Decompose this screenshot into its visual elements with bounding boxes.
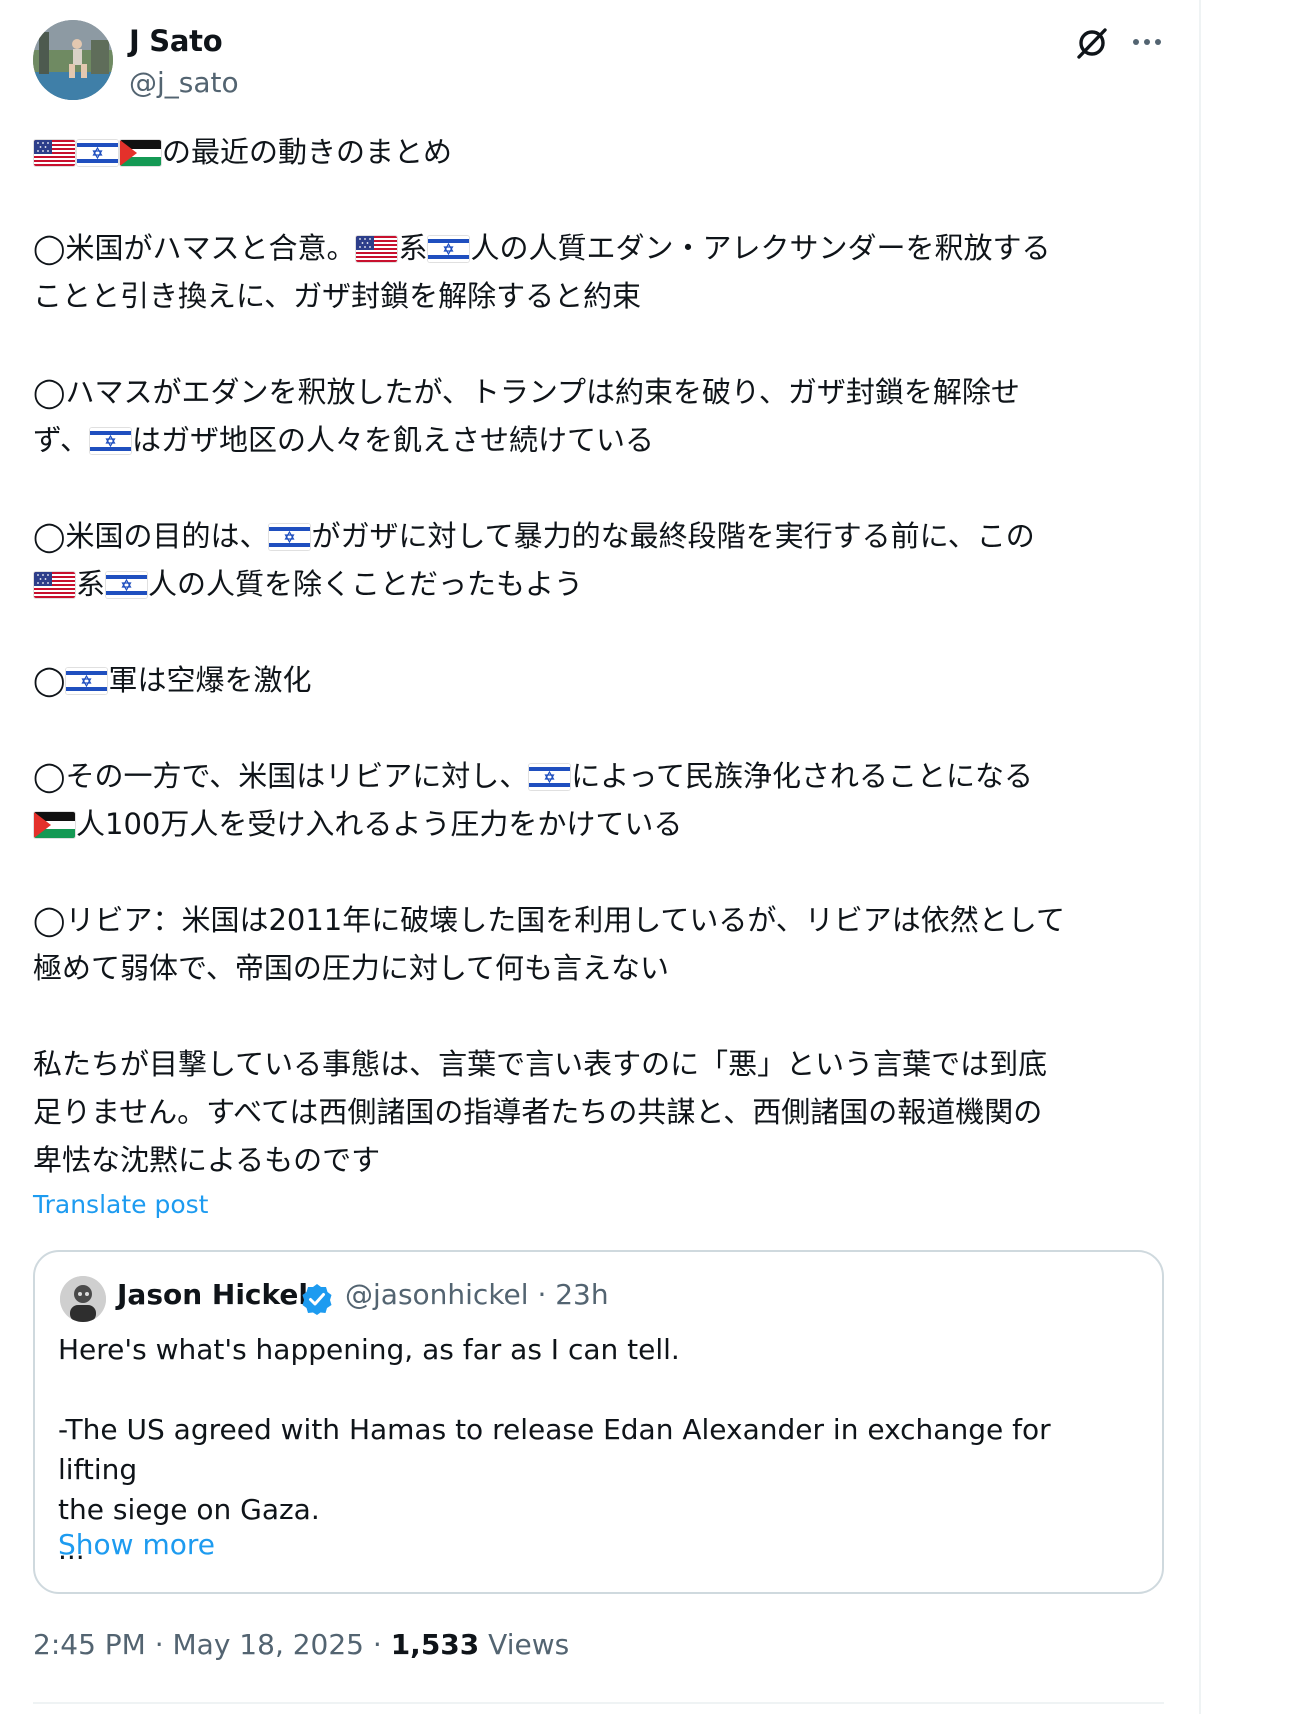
palestine-flag-icon — [34, 812, 75, 838]
post-text-segment: の最近の動きのまとめ — [162, 135, 453, 169]
post-text-segment: がガザに対して暴力的な最終段階を実行する前に、この — [311, 519, 1035, 553]
israel-flag-icon — [269, 524, 311, 550]
post-paragraph: ◯米国の目的は、 がガザに対して暴力的な最終段階を実行する前に、この 系 人の人質を… — [33, 512, 1183, 608]
quote-author-handle-time[interactable]: @jasonhickel · 23h — [345, 1278, 609, 1311]
us-flag-icon — [34, 140, 75, 166]
grok-icon[interactable] — [1073, 24, 1111, 62]
post-paragraph: ◯その一方で、米国はリビアに対し、 によって民族浄化されることになる 人100万人… — [33, 752, 1183, 848]
avatar-photo-icon — [33, 20, 113, 100]
post-text-segment: 系 — [76, 567, 106, 601]
author-avatar[interactable] — [33, 20, 113, 100]
us-flag-icon — [34, 572, 75, 598]
post-paragraph: ◯リビア：米国は2011年に破壊した国を利用しているが、リビアは依然として 極め… — [33, 896, 1183, 992]
author-name[interactable]: J Sato — [129, 24, 223, 58]
divider — [33, 1702, 1164, 1704]
quote-line: ... — [58, 1533, 85, 1566]
author-handle[interactable]: @j_sato — [129, 66, 239, 99]
post-paragraph: の最近の動きのまとめ — [33, 128, 1183, 176]
avatar-photo-icon — [60, 1276, 106, 1322]
israel-flag-icon — [106, 572, 148, 598]
post-paragraph: 私たちが目撃している事態は、言葉で言い表すのに「悪」という言葉では到底 足りませ… — [33, 1040, 1183, 1184]
quoted-post[interactable]: Jason Hickel @jasonhickel · 23h Here's w… — [33, 1250, 1164, 1594]
quote-text: Here's what's happening, as far as I can… — [58, 1330, 1138, 1570]
post-text-segment: ◯米国の目的は、 — [33, 519, 269, 553]
post-paragraph: ◯米国がハマスと合意。系人の人質エダン・アレクサンダーを釈放する ことと引き換え… — [33, 224, 1183, 320]
post-paragraph: ◯ 軍は空爆を激化 — [33, 656, 1183, 704]
verified-badge-icon — [302, 1284, 332, 1315]
quote-line: Here's what's happening, as far as I can… — [58, 1333, 680, 1366]
quote-line: the siege on Gaza. — [58, 1493, 320, 1526]
post-text: の最近の動きのまとめ ◯米国がハマスと合意。系人の人質エダン・アレクサンダーを釈放… — [33, 128, 1183, 1184]
post-text-segment: ◯ — [33, 663, 66, 697]
more-icon[interactable] — [1127, 30, 1167, 54]
israel-flag-icon — [66, 668, 108, 694]
quote-author-name[interactable]: Jason Hickel — [117, 1278, 308, 1311]
post-text-segment: 軍は空爆を激化 — [108, 663, 312, 697]
post-timestamp[interactable]: 2:45 PM · May 18, 2025 · — [33, 1628, 391, 1661]
quote-line: -The US agreed with Hamas to release Eda… — [58, 1413, 1060, 1486]
translate-post-link[interactable]: Translate post — [33, 1190, 208, 1219]
post-text-segment: ◯リビア：米国は2011年に破壊した国を利用しているが、リビアは依然として 極め… — [33, 903, 1065, 985]
column-divider — [1199, 0, 1201, 1714]
post-text-segment: ◯その一方で、米国はリビアに対し、 — [33, 759, 529, 793]
post-text-segment: 系 — [398, 231, 428, 265]
post-header: J Sato @j_sato — [33, 20, 1168, 106]
post-text-segment: によって民族浄化されることになる — [571, 759, 1033, 793]
israel-flag-icon — [77, 140, 118, 166]
show-more-link[interactable]: Show more — [58, 1528, 215, 1561]
us-flag-icon — [356, 236, 398, 262]
views-count: 1,533 — [390, 1628, 480, 1661]
post-paragraph: ◯ハマスがエダンを釈放したが、トランプは約束を破り、ガザ封鎖を解除せ ず、 はガザ… — [33, 368, 1183, 464]
post-text-segment: はガザ地区の人々を飢えさせ続けている — [131, 423, 654, 457]
quote-author-avatar[interactable] — [60, 1276, 106, 1322]
israel-flag-icon — [529, 764, 571, 790]
post-meta: 2:45 PM · May 18, 2025 · 1,533 Views — [33, 1628, 569, 1661]
israel-flag-icon — [428, 236, 470, 262]
post-text-segment: 人100万人を受け入れるよう圧力をかけている — [76, 807, 683, 841]
post-text-segment: 人の人質を除くことだったもよう — [148, 567, 584, 601]
post-text-segment: 私たちが目撃している事態は、言葉で言い表すのに「悪」という言葉では到底 足りませ… — [33, 1047, 1048, 1177]
palestine-flag-icon — [120, 140, 161, 166]
quote-blank-line — [58, 1370, 1138, 1410]
israel-flag-icon — [89, 428, 131, 454]
views-label: Views — [479, 1628, 570, 1661]
post-text-segment: ◯米国がハマスと合意。 — [33, 231, 356, 265]
